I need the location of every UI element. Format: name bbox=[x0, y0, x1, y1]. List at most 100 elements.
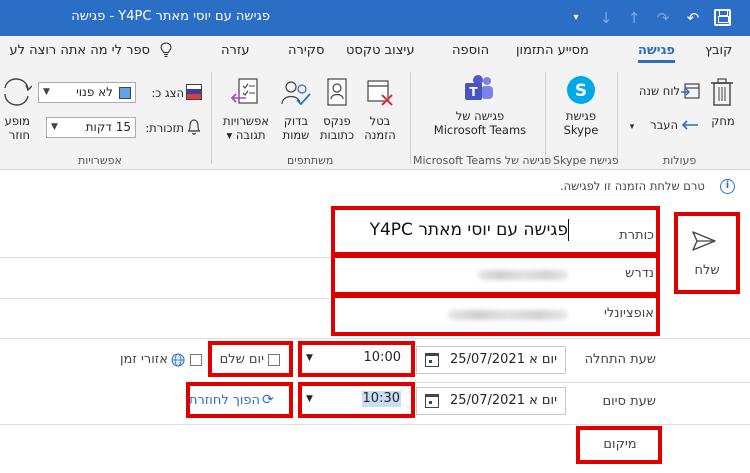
response-options-icon[interactable] bbox=[229, 76, 261, 108]
end-date-value: יום א 25/07/2021 bbox=[450, 393, 557, 408]
teams-label-line1: פגישה של bbox=[455, 109, 505, 123]
check-label-line2: שמות bbox=[282, 128, 310, 142]
tab-review[interactable]: סקירה bbox=[288, 43, 324, 58]
actions-group-label: פעולות bbox=[663, 154, 697, 167]
time-zones-label: אזורי זמן bbox=[120, 352, 168, 367]
chevron-down-icon: ▼ bbox=[43, 87, 50, 97]
address-book-button[interactable]: פנקס כתובות bbox=[314, 114, 360, 142]
chevron-down-icon[interactable]: ▾ bbox=[628, 120, 636, 134]
group-separator bbox=[211, 72, 212, 164]
save-icon[interactable] bbox=[714, 9, 731, 26]
recurrence-arrows-icon: ⟳ bbox=[262, 392, 274, 408]
check-names-button[interactable]: בדוק שמות bbox=[276, 114, 316, 142]
tab-meeting[interactable]: פגישה bbox=[638, 43, 675, 63]
calendar-button[interactable]: לוח שנה bbox=[628, 84, 680, 98]
send-button[interactable]: שלח bbox=[688, 263, 726, 278]
attendees-group-label: משתתפים bbox=[287, 154, 334, 167]
title-bar: ↶ ↷ ↑ ↓ ▾ פגישה עם יוסי מאתר Y4PC - פגיש… bbox=[0, 0, 750, 36]
arrow-up-icon[interactable]: ↑ bbox=[624, 8, 644, 28]
window-title: פגישה עם יוסי מאתר Y4PC - פגישה bbox=[71, 9, 270, 24]
skype-group-label: פגישת Skype bbox=[553, 154, 619, 167]
address-book-icon[interactable] bbox=[323, 76, 351, 108]
svg-text:S: S bbox=[575, 81, 587, 101]
info-icon: i bbox=[720, 179, 735, 194]
show-as-label: הצג כ: bbox=[151, 86, 184, 100]
customize-toolbar-icon[interactable]: ▾ bbox=[566, 8, 586, 28]
options-group-label: אפשרויות bbox=[78, 154, 122, 167]
response-options-button[interactable]: אפשרויות תגובה ▾ bbox=[218, 114, 274, 142]
address-label-line1: פנקס bbox=[323, 114, 351, 128]
start-date-value: יום א 25/07/2021 bbox=[450, 352, 557, 367]
recurrence-label-line1: מופע bbox=[4, 114, 30, 128]
reminder-dropdown[interactable]: 15 דקות ▼ bbox=[46, 117, 136, 138]
show-as-dropdown[interactable]: לא פנוי ▼ bbox=[38, 82, 136, 103]
chevron-down-icon: ▼ bbox=[51, 122, 58, 132]
skype-meeting-button[interactable]: פגישת Skype bbox=[551, 109, 611, 137]
undo-icon[interactable]: ↶ bbox=[683, 8, 703, 28]
tab-help[interactable]: עזרה bbox=[221, 43, 249, 58]
send-button-highlight bbox=[674, 212, 740, 294]
calendar-icon[interactable] bbox=[425, 353, 439, 367]
check-label-line1: בדוק bbox=[283, 114, 309, 128]
teams-meeting-button[interactable]: פגישה של Microsoft Teams bbox=[420, 109, 540, 137]
svg-text:T: T bbox=[469, 85, 478, 99]
start-time-value: 10:00 bbox=[363, 350, 401, 365]
response-label-line1: אפשרויות bbox=[223, 114, 269, 128]
reminder-label: תזכורת: bbox=[145, 121, 184, 135]
teams-label-line2: Microsoft Teams bbox=[433, 123, 527, 137]
recurrence-button[interactable]: מופע חוזר bbox=[0, 114, 30, 142]
chevron-down-icon: ▼ bbox=[306, 394, 313, 404]
time-zones-checkbox[interactable] bbox=[190, 354, 202, 366]
start-time-dropdown[interactable]: 10:00 ▼ bbox=[302, 345, 411, 373]
calendar-arrow-icon bbox=[681, 83, 700, 99]
blurred-attendee bbox=[478, 270, 568, 280]
show-as-value: לא פנוי bbox=[76, 85, 113, 99]
send-icon[interactable] bbox=[691, 230, 717, 252]
tab-file[interactable]: קובץ bbox=[705, 43, 732, 58]
teams-icon[interactable]: T bbox=[463, 74, 495, 104]
divider bbox=[0, 424, 750, 425]
trash-icon[interactable] bbox=[708, 76, 736, 108]
make-recurring-link[interactable]: הפוך לחוזרת bbox=[189, 393, 260, 408]
calendar-icon[interactable] bbox=[425, 394, 439, 408]
check-names-icon[interactable] bbox=[279, 78, 313, 108]
teams-group-label: פגישה של Microsoft Teams bbox=[413, 154, 552, 167]
title-label: כותרת bbox=[619, 228, 654, 243]
globe-icon bbox=[171, 353, 185, 367]
ribbon: מחק לוח שנה העבר ▾ פעולות S פגישת Skype … bbox=[0, 66, 750, 170]
recurrence-label-line2: חוזר bbox=[8, 128, 30, 142]
redo-icon[interactable]: ↷ bbox=[653, 8, 673, 28]
info-message: טרם שלחת הזמנה זו לפגישה. bbox=[560, 179, 705, 193]
tab-format-text[interactable]: עיצוב טקסט bbox=[346, 43, 414, 58]
divider bbox=[0, 298, 330, 299]
recurrence-icon[interactable] bbox=[2, 76, 32, 108]
chevron-down-icon: ▼ bbox=[306, 353, 313, 363]
required-button[interactable]: נדרש bbox=[584, 266, 654, 281]
group-separator bbox=[617, 72, 618, 164]
location-button[interactable]: מיקום bbox=[588, 437, 652, 452]
tab-insert[interactable]: הוספה bbox=[452, 43, 489, 58]
arrow-down-icon[interactable]: ↓ bbox=[596, 8, 616, 28]
start-date-picker[interactable]: יום א 25/07/2021 bbox=[416, 346, 566, 374]
reminder-value: 15 דקות bbox=[85, 120, 131, 134]
busy-color-swatch bbox=[119, 86, 131, 99]
end-date-picker[interactable]: יום א 25/07/2021 bbox=[416, 387, 566, 415]
cancel-invitation-icon[interactable] bbox=[365, 76, 395, 108]
forward-button[interactable]: העבר bbox=[640, 118, 678, 132]
optional-button[interactable]: אופציונלי bbox=[584, 306, 654, 321]
skype-icon[interactable]: S bbox=[565, 74, 597, 106]
response-label-line2: תגובה bbox=[235, 128, 266, 142]
end-time-dropdown[interactable]: 10:30 ▼ bbox=[302, 386, 411, 414]
all-day-checkbox[interactable] bbox=[268, 354, 280, 366]
forward-arrow-icon bbox=[681, 120, 698, 130]
tell-me-search[interactable]: ספר לי מה אתה רוצה לע bbox=[0, 43, 150, 58]
address-label-line2: כתובות bbox=[319, 128, 355, 142]
cancel-label-line2: הזמנה bbox=[364, 128, 396, 142]
group-separator bbox=[545, 72, 546, 164]
blurred-attendee bbox=[448, 310, 568, 320]
ribbon-tabs: קובץ פגישה מסייע התזמון הוספה עיצוב טקסט… bbox=[0, 36, 750, 66]
delete-button[interactable]: מחק bbox=[708, 114, 738, 128]
title-input[interactable]: פגישה עם יוסי מאתר Y4PC bbox=[340, 220, 568, 240]
tab-scheduling[interactable]: מסייע התזמון bbox=[516, 43, 589, 58]
cancel-invitation-button[interactable]: בטל הזמנה bbox=[358, 114, 402, 142]
